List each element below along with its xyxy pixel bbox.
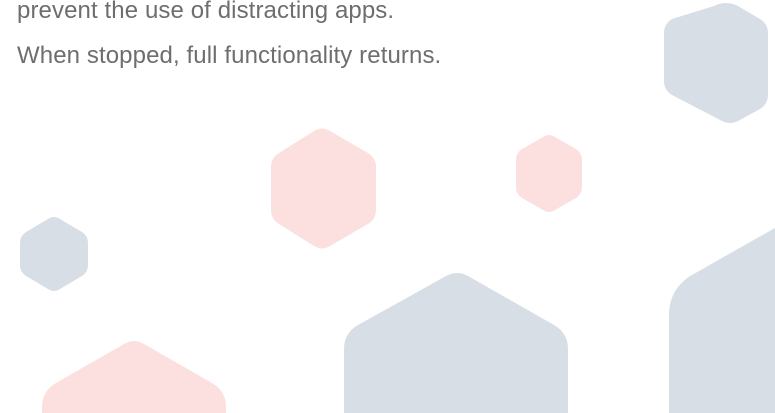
- hexagon-blue-large-center: [344, 273, 568, 413]
- hexagon-pink-small: [516, 135, 582, 212]
- page: prevent the use of distracting apps. Whe…: [0, 0, 775, 413]
- hexagon-pink-bottom-left: [42, 341, 226, 413]
- description-line-2: When stopped, full functionality returns…: [17, 42, 442, 69]
- hexagon-blue-small-left: [20, 217, 88, 291]
- hexagon-blue-top-right: [664, 3, 768, 123]
- hexagon-pink-middle: [271, 128, 376, 249]
- hexagon-blue-large-right: [669, 228, 775, 413]
- description-line-1: prevent the use of distracting apps.: [17, 0, 395, 24]
- description-text: prevent the use of distracting apps. Whe…: [17, 0, 657, 78]
